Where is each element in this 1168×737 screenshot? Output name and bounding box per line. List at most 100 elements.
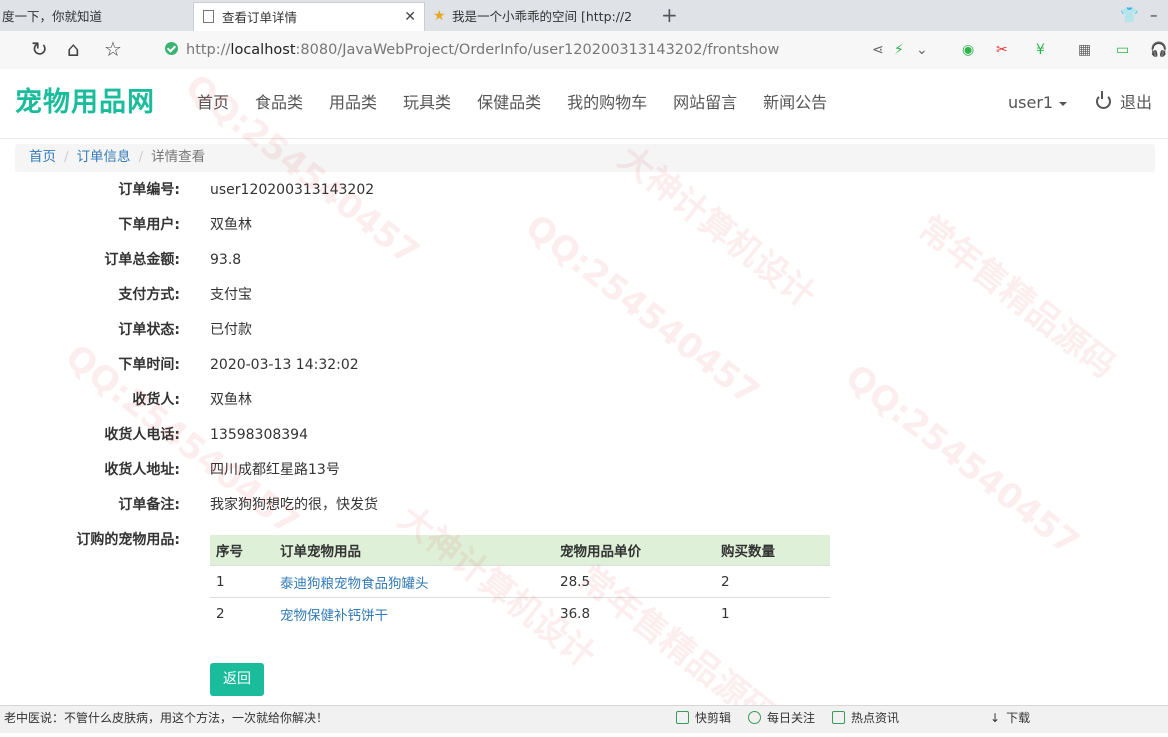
browser-tab-active[interactable]: 查看订单详情 ✕: [193, 2, 425, 31]
nav-news[interactable]: 新闻公告: [750, 69, 840, 138]
download-icon: ↓: [990, 711, 1001, 725]
video-icon: [676, 711, 689, 724]
field-value: 93.8: [210, 252, 242, 268]
field-receiver-address: 收货人地址: 四川成都红星路13号: [0, 460, 1168, 480]
status-label: 快剪辑: [695, 711, 732, 725]
field-label: 订单备注:: [118, 497, 180, 513]
star-icon: ★: [433, 8, 446, 24]
reload-icon[interactable]: ↻: [31, 37, 48, 61]
order-items-table: 序号 订单宠物用品 宠物用品单价 购买数量 1 泰迪狗粮宠物食品狗罐头 28.5…: [210, 535, 830, 629]
user-dropdown[interactable]: user1: [1008, 69, 1068, 136]
url-field[interactable]: http://localhost:8080/JavaWebProject/Ord…: [186, 40, 779, 60]
cell-unit-price: 36.8: [554, 597, 715, 629]
field-receiver-phone: 收货人电话: 13598308394: [0, 425, 1168, 445]
field-receiver: 收货人: 双鱼林: [0, 390, 1168, 410]
nav-cart[interactable]: 我的购物车: [554, 69, 660, 138]
home-icon[interactable]: ⌂: [67, 37, 80, 61]
field-order-no: 订单编号: user120200313143202: [0, 180, 1168, 200]
nav-supplies[interactable]: 用品类: [316, 69, 390, 138]
chat-icon[interactable]: ◉: [962, 40, 974, 60]
logout-link[interactable]: 退出: [1096, 69, 1152, 136]
site-brand[interactable]: 宠物用品网: [15, 85, 155, 121]
battery-icon[interactable]: ▭: [1116, 40, 1129, 60]
back-button[interactable]: 返回: [210, 663, 264, 696]
field-order-status: 订单状态: 已付款: [0, 320, 1168, 340]
field-label: 收货人电话:: [104, 427, 180, 443]
caret-down-icon: [1059, 101, 1068, 106]
status-label: 下载: [1006, 711, 1031, 725]
chevron-down-icon[interactable]: ⌄: [916, 40, 928, 60]
field-label: 收货人地址:: [104, 462, 180, 478]
cell-unit-price: 28.5: [554, 565, 715, 598]
url-path: :8080/JavaWebProject/OrderInfo/user12020…: [295, 42, 780, 58]
nav-toys[interactable]: 玩具类: [390, 69, 464, 138]
table-row: 1 泰迪狗粮宠物食品狗罐头 28.5 2: [210, 565, 830, 598]
field-label: 订单状态:: [118, 322, 180, 338]
field-label: 订单编号:: [118, 182, 180, 198]
field-label: 订购的宠物用品:: [76, 532, 180, 548]
status-news-link[interactable]: 老中医说：不管什么皮肤病，用这个方法，一次就给你解决！: [4, 706, 328, 731]
browser-tab-space[interactable]: ★ 我是一个小乖乖的空间 [http://2: [428, 2, 658, 31]
tab-title: 查看订单详情: [222, 10, 298, 25]
tab-title: 度一下，你就知道: [2, 9, 103, 24]
news-icon: [832, 711, 845, 724]
field-value: 13598308394: [210, 427, 308, 443]
field-order-user: 下单用户: 双鱼林: [0, 215, 1168, 235]
watermark-text: QQ:254540457: [517, 206, 767, 414]
status-hot-news[interactable]: 热点资讯: [832, 706, 899, 731]
cell-quantity: 1: [715, 597, 830, 629]
nav-home[interactable]: 首页: [184, 69, 242, 138]
coupon-icon[interactable]: ¥: [1036, 40, 1045, 60]
bookmark-star-icon[interactable]: ☆: [104, 37, 122, 61]
field-value: 支付宝: [210, 287, 252, 303]
browser-tab-bar: 度一下，你就知道 查看订单详情 ✕ ★ 我是一个小乖乖的空间 [http://2…: [0, 0, 1168, 32]
status-downloads[interactable]: ↓ 下载: [990, 706, 1030, 731]
url-scheme: http://: [186, 42, 231, 58]
lightning-icon[interactable]: ⚡: [894, 40, 904, 60]
status-quick-edit[interactable]: 快剪辑: [676, 706, 731, 731]
scissors-icon[interactable]: ✂: [996, 40, 1008, 60]
tab-title: 我是一个小乖乖的空间 [http://2: [452, 9, 633, 24]
new-tab-icon[interactable]: +: [661, 2, 678, 29]
page-icon: [203, 10, 214, 23]
field-payment-method: 支付方式: 支付宝: [0, 285, 1168, 305]
shirt-icon[interactable]: 👕: [1120, 4, 1139, 26]
breadcrumb-orders[interactable]: 订单信息: [77, 149, 131, 165]
status-daily-focus[interactable]: 每日关注: [748, 706, 815, 731]
field-value: user120200313143202: [210, 182, 375, 198]
share-icon[interactable]: ⋖: [872, 40, 884, 60]
field-order-memo: 订单备注: 我家狗狗想吃的很，快发货: [0, 495, 1168, 515]
address-bar: ↻ ⌂ ☆ http://localhost:8080/JavaWebProje…: [0, 31, 1168, 70]
nav-health[interactable]: 保健品类: [464, 69, 554, 138]
headphones-icon[interactable]: 🎧: [1150, 40, 1167, 60]
field-label: 下单用户:: [118, 217, 180, 233]
breadcrumb-separator: /: [64, 149, 69, 165]
close-tab-icon[interactable]: ✕: [404, 3, 416, 31]
field-label: 下单时间:: [118, 357, 180, 373]
minimize-icon[interactable]: –: [1150, 4, 1158, 26]
breadcrumb: 首页 / 订单信息 / 详情查看: [15, 144, 1155, 172]
product-link[interactable]: 宠物保健补钙饼干: [274, 597, 554, 629]
product-link[interactable]: 泰迪狗粮宠物食品狗罐头: [274, 565, 554, 598]
site-navbar: 宠物用品网 首页 食品类 用品类 玩具类 保健品类 我的购物车 网站留言 新闻公…: [0, 69, 1168, 139]
logout-label: 退出: [1120, 93, 1153, 112]
status-label: 热点资讯: [851, 711, 900, 725]
breadcrumb-current: 详情查看: [151, 149, 206, 165]
field-value: 双鱼林: [210, 217, 252, 233]
field-value: 四川成都红星路13号: [210, 462, 340, 478]
cell-index: 1: [210, 565, 274, 598]
nav-food[interactable]: 食品类: [242, 69, 316, 138]
breadcrumb-home[interactable]: 首页: [29, 149, 56, 165]
browser-tab-baidu[interactable]: 度一下，你就知道: [0, 2, 190, 31]
col-quantity: 购买数量: [715, 535, 830, 566]
table-header-row: 序号 订单宠物用品 宠物用品单价 购买数量: [210, 535, 830, 566]
col-index: 序号: [210, 535, 274, 566]
nav-guestbook[interactable]: 网站留言: [660, 69, 750, 138]
field-value: 已付款: [210, 322, 252, 338]
field-label: 收货人:: [132, 392, 180, 408]
url-host: localhost: [230, 42, 296, 58]
field-label: 订单总金额:: [104, 252, 180, 268]
apps-grid-icon[interactable]: ▦: [1078, 40, 1091, 60]
field-order-time: 下单时间: 2020-03-13 14:32:02: [0, 355, 1168, 375]
cell-index: 2: [210, 597, 274, 629]
